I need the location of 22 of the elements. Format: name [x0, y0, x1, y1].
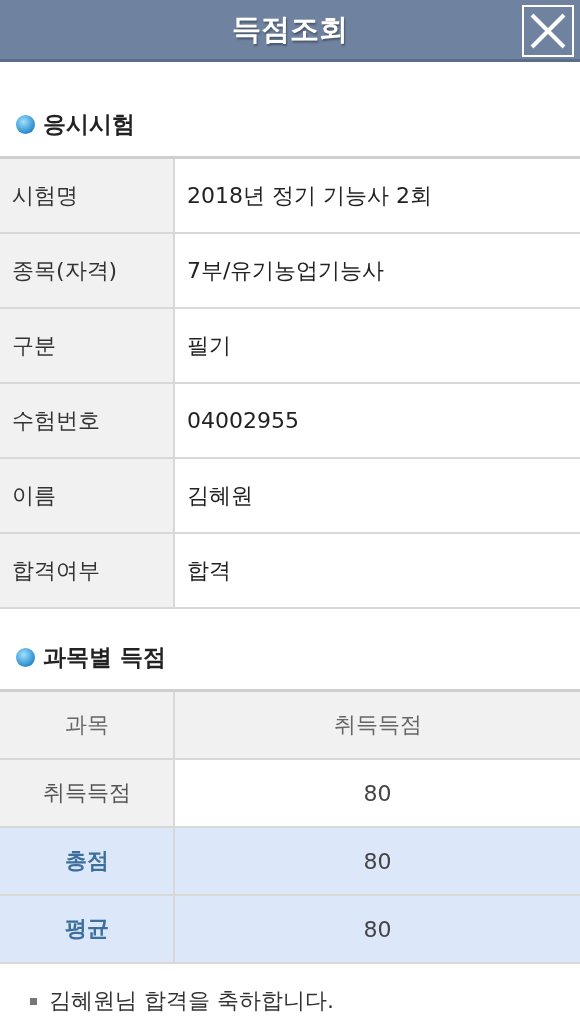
column-header: 과목 [0, 692, 175, 758]
window-title: 득점조회 [232, 10, 348, 48]
bullet-icon [30, 997, 37, 1005]
bullet-icon [16, 647, 35, 667]
table-cell: 취득득점 [0, 760, 175, 826]
section-title: 과목별 득점 [43, 642, 166, 672]
table-cell: 80 [175, 828, 580, 894]
close-icon [529, 12, 567, 50]
column-header: 취득득점 [175, 692, 580, 758]
row-label: 수험번호 [0, 384, 175, 457]
section-title: 응시시험 [43, 109, 135, 139]
row-label: 구분 [0, 309, 175, 382]
table-cell: 총점 [0, 828, 175, 894]
row-label: 종목(자격) [0, 234, 175, 307]
table-cell: 평균 [0, 896, 175, 962]
row-label: 시험명 [0, 159, 175, 232]
row-label: 이름 [0, 459, 175, 532]
congratulation-message: 김혜원님 합격을 축하합니다. [49, 987, 334, 1015]
close-button[interactable] [522, 5, 574, 57]
row-label: 합격여부 [0, 534, 175, 607]
table-cell: 80 [175, 896, 580, 962]
bullet-icon [16, 114, 35, 134]
